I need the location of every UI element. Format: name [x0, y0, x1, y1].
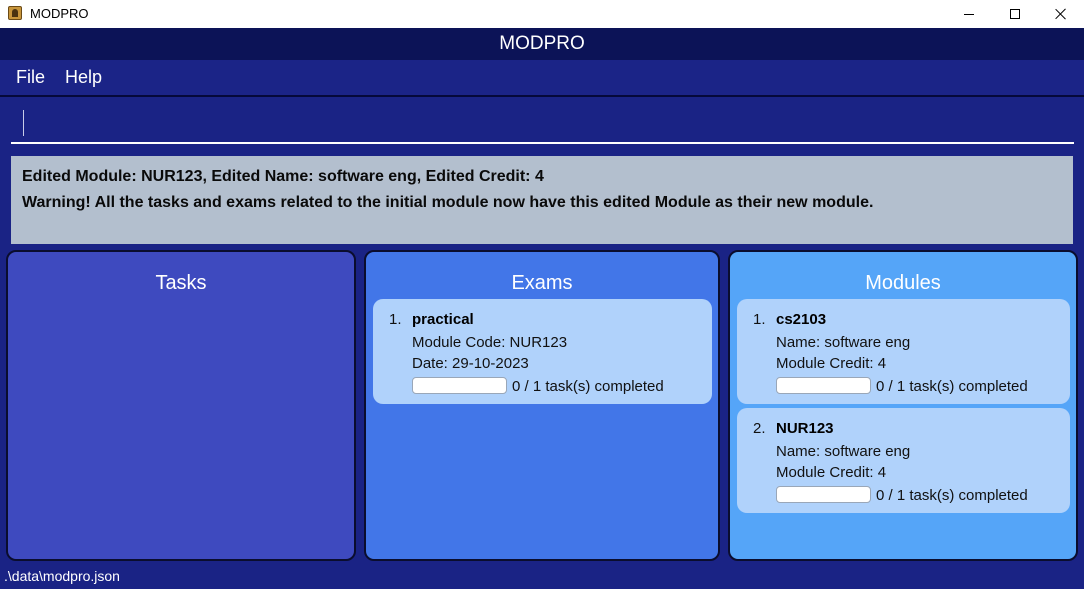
module-code: NUR123: [776, 420, 834, 437]
minimize-button[interactable]: [946, 0, 992, 28]
window-title: MODPRO: [30, 6, 89, 21]
module-code: cs2103: [776, 311, 827, 328]
module-name: Name: software eng: [776, 334, 911, 351]
exam-name: practical: [412, 311, 474, 328]
module-card[interactable]: 1. cs2103 Name: software eng Module Cred…: [737, 299, 1070, 404]
exam-progress-text: 0 / 1 task(s) completed: [512, 378, 664, 395]
result-display: Edited Module: NUR123, Edited Name: soft…: [11, 156, 1073, 244]
save-file-path: .\data\modpro.json: [4, 568, 120, 584]
close-icon: [1055, 8, 1067, 20]
menu-bar: File Help: [0, 60, 1084, 97]
module-card[interactable]: 2. NUR123 Name: software eng Module Cred…: [737, 408, 1070, 513]
status-bar: .\data\modpro.json: [0, 565, 1084, 589]
exam-module-code: Module Code: NUR123: [412, 334, 568, 351]
result-warning: Warning! All the tasks and exams related…: [22, 194, 874, 211]
module-index: 2.: [753, 420, 766, 437]
maximize-icon: [1010, 9, 1020, 19]
command-box: [11, 106, 1074, 144]
app-title: MODPRO: [499, 33, 585, 54]
maximize-button[interactable]: [992, 0, 1038, 28]
menu-file[interactable]: File: [16, 67, 45, 88]
menu-help[interactable]: Help: [65, 67, 102, 88]
result-message: Edited Module: NUR123, Edited Name: soft…: [22, 168, 544, 185]
command-input[interactable]: [27, 110, 1067, 138]
text-caret: [23, 110, 24, 136]
module-progress-bar: [776, 377, 871, 394]
exam-progress-bar: [412, 377, 507, 394]
exam-date: Date: 29-10-2023: [412, 355, 529, 372]
tasks-panel-title: Tasks: [155, 272, 207, 294]
exams-panel: Exams 1. practical Module Code: NUR123 D…: [364, 250, 720, 561]
module-index: 1.: [753, 311, 766, 328]
close-button[interactable]: [1038, 0, 1084, 28]
exams-panel-title: Exams: [511, 272, 573, 294]
module-progress-bar: [776, 486, 871, 503]
module-credit: Module Credit: 4: [776, 355, 887, 372]
modules-panel-title: Modules: [865, 272, 941, 294]
tasks-panel: Tasks: [6, 250, 356, 561]
module-credit: Module Credit: 4: [776, 464, 887, 481]
window-titlebar: MODPRO: [0, 0, 1084, 28]
module-progress-text: 0 / 1 task(s) completed: [876, 487, 1028, 504]
module-progress-text: 0 / 1 task(s) completed: [876, 378, 1028, 395]
minimize-icon: [964, 13, 974, 15]
module-name: Name: software eng: [776, 443, 911, 460]
application-icon: [8, 6, 22, 20]
app-header: MODPRO: [0, 28, 1084, 60]
exam-card[interactable]: 1. practical Module Code: NUR123 Date: 2…: [373, 299, 712, 404]
modules-panel: Modules 1. cs2103 Name: software eng Mod…: [728, 250, 1078, 561]
exam-index: 1.: [389, 311, 402, 328]
